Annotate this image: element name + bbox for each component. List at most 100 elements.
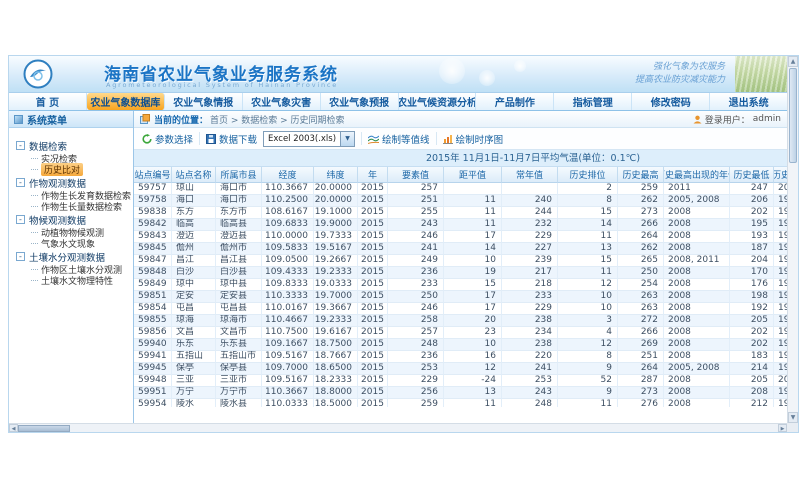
table-row[interactable]: 59843澄迈澄迈县110.000019.7333201524617229112… xyxy=(134,231,787,243)
cell-hist-max-years: 2008 xyxy=(664,339,730,351)
collapse-icon[interactable]: - xyxy=(16,215,25,224)
cell-county: 临高县 xyxy=(216,219,262,231)
col-header-hist-max: 历史最高 xyxy=(618,167,664,183)
cell-station-name: 万宁 xyxy=(172,387,216,399)
draw-contour-button[interactable]: 绘制等值线 xyxy=(368,132,430,146)
tree-group-data-search[interactable]: -数据检索 xyxy=(9,138,133,153)
table-row[interactable]: 59940乐东乐东县109.166718.7500201524810238122… xyxy=(134,339,787,351)
cell-longitude: 110.0000 xyxy=(262,231,314,243)
table-row[interactable]: 59838东方东方市108.616719.1000201525511244152… xyxy=(134,207,787,219)
table-row[interactable]: 59951万宁万宁市110.366718.8000201525613243927… xyxy=(134,387,787,399)
nav-item-agro-disaster[interactable]: 农业气象灾害 xyxy=(243,93,321,110)
cell-longitude: 109.1667 xyxy=(262,339,314,351)
sidebar-title: 系统菜单 xyxy=(27,112,67,127)
horizontal-scrollbar-thumb[interactable] xyxy=(18,425,70,432)
save-icon xyxy=(206,134,216,144)
cell-year: 2015 xyxy=(358,351,388,363)
sidebar-header: 系统菜单 xyxy=(9,111,133,128)
tree-group-crop-observation[interactable]: -作物观测数据 xyxy=(9,175,133,190)
horizontal-scrollbar[interactable]: ◀ ▶ xyxy=(9,423,787,432)
tree-item-crop-growth-amount-search[interactable]: 作物生长量数据检索 xyxy=(9,201,133,212)
sidebar-tree: -数据检索实况检索历史比对-作物观测数据作物生长发育数据检索作物生长量数据检索-… xyxy=(9,128,133,286)
table-row[interactable]: 59758海口海口市110.250020.0000201525111240826… xyxy=(134,195,787,207)
cell-station-id: 59838 xyxy=(134,207,172,219)
nav-item-home[interactable]: 首 页 xyxy=(9,93,87,110)
table-row[interactable]: 59757琼山海口市110.366720.0000201525722592011… xyxy=(134,183,787,195)
cell-value: 246 xyxy=(388,231,444,243)
nav-item-product-making[interactable]: 产品制作 xyxy=(476,93,554,110)
nav-item-indicator-management[interactable]: 指标管理 xyxy=(554,93,632,110)
tree-connector-line xyxy=(31,158,38,159)
table-row[interactable]: 59954陵水陵水县110.033318.5000201525911248112… xyxy=(134,399,787,407)
cell-hist-max: 263 xyxy=(618,291,664,303)
table-row[interactable]: 59849琼中琼中县109.833319.0333201523315218122… xyxy=(134,279,787,291)
cell-station-name: 海口 xyxy=(172,195,216,207)
cell-normal: 253 xyxy=(502,375,558,387)
table-row[interactable]: 59845儋州儋州市109.583319.5167201524114227132… xyxy=(134,243,787,255)
table-row[interactable]: 59941五指山五指山市109.516718.76672015236162208… xyxy=(134,351,787,363)
table-row[interactable]: 59948三亚三亚市109.516718.23332015229-2425352… xyxy=(134,375,787,387)
decor-bubble xyxy=(479,70,495,86)
cell-hist-min-years: 1970 xyxy=(774,327,787,339)
cell-value: 256 xyxy=(388,387,444,399)
table-row[interactable]: 59856文昌文昌市110.750019.6167201525723234426… xyxy=(134,327,787,339)
cell-hist-max-years: 2008 xyxy=(664,243,730,255)
nav-item-agro-database[interactable]: 农业气象数据库 xyxy=(87,93,165,110)
collapse-icon[interactable]: - xyxy=(16,178,25,187)
cell-hist-max-years: 2008 xyxy=(664,291,730,303)
cell-hist-min: 193 xyxy=(730,231,774,243)
collapse-icon[interactable]: - xyxy=(16,141,25,150)
cell-county: 白沙县 xyxy=(216,267,262,279)
cell-station-name: 乐东 xyxy=(172,339,216,351)
cell-anomaly: 11 xyxy=(444,195,502,207)
col-header-rank: 历史排位 xyxy=(558,167,618,183)
nav-item-change-password[interactable]: 修改密码 xyxy=(632,93,710,110)
param-select-button[interactable]: 参数选择 xyxy=(142,132,193,146)
table-row[interactable]: 59851定安定安县110.333319.7000201525017233102… xyxy=(134,291,787,303)
nav-item-agro-information[interactable]: 农业气象情报 xyxy=(165,93,243,110)
vertical-scrollbar-thumb[interactable] xyxy=(789,68,797,163)
export-format-select[interactable]: Excel 2003(.xls) ▼ xyxy=(263,131,355,147)
cell-year: 2015 xyxy=(358,231,388,243)
scroll-left-arrow[interactable]: ◀ xyxy=(9,424,18,432)
draw-timeseries-button[interactable]: 绘制时序图 xyxy=(443,132,504,146)
cell-hist-max: 259 xyxy=(618,183,664,195)
collapse-icon[interactable]: - xyxy=(16,252,25,261)
table-row[interactable]: 59847昌江昌江县109.050019.2667201524910239152… xyxy=(134,255,787,267)
cell-hist-min-years: 1970, 2000 xyxy=(774,363,787,375)
cell-year: 2015 xyxy=(358,243,388,255)
nav-item-logout[interactable]: 退出系统 xyxy=(710,93,787,110)
cell-station-id: 59941 xyxy=(134,351,172,363)
tree-item-weather-hydro-phenomena[interactable]: 气象水文现象 xyxy=(9,238,133,249)
cell-anomaly: 10 xyxy=(444,255,502,267)
cell-rank: 52 xyxy=(558,375,618,387)
table-row[interactable]: 59855琼海琼海市110.466719.2333201525820238327… xyxy=(134,315,787,327)
scroll-up-arrow[interactable]: ▲ xyxy=(788,56,798,67)
chevron-down-icon[interactable]: ▼ xyxy=(340,132,354,146)
tree-group-soil-moisture-observation[interactable]: -土壤水分观测数据 xyxy=(9,249,133,264)
table-row[interactable]: 59842临高临高县109.683319.9000201524311232142… xyxy=(134,219,787,231)
cell-value: 251 xyxy=(388,195,444,207)
cell-longitude: 110.4667 xyxy=(262,315,314,327)
scroll-right-arrow[interactable]: ▶ xyxy=(778,424,787,432)
refresh-icon xyxy=(142,134,152,144)
cell-county: 琼中县 xyxy=(216,279,262,291)
tree-item-soil-hydro-physical[interactable]: 土壤水文物理特性 xyxy=(9,275,133,286)
cell-station-name: 儋州 xyxy=(172,243,216,255)
table-row[interactable]: 59854屯昌屯昌县110.016719.3667201524617229102… xyxy=(134,303,787,315)
cell-longitude: 110.3667 xyxy=(262,183,314,195)
cell-year: 2015 xyxy=(358,363,388,375)
cell-year: 2015 xyxy=(358,255,388,267)
table-row[interactable]: 59945保亭保亭县109.700018.6500201525312241926… xyxy=(134,363,787,375)
table-row[interactable]: 59848白沙白沙县109.433319.2333201523619217112… xyxy=(134,267,787,279)
vertical-scrollbar[interactable]: ▲ ▼ xyxy=(787,56,798,423)
cell-year: 2015 xyxy=(358,399,388,407)
nav-item-agro-forecast[interactable]: 农业气象预报 xyxy=(321,93,399,110)
cell-hist-min: 176 xyxy=(730,279,774,291)
col-header-normal: 常年值 xyxy=(502,167,558,183)
data-download-button[interactable]: 数据下载 xyxy=(206,132,257,146)
scroll-down-arrow[interactable]: ▼ xyxy=(788,412,798,423)
nav-item-climate-resource-analysis[interactable]: 农业气候资源分析 xyxy=(399,93,477,110)
tree-group-phenology-observation[interactable]: -物候观测数据 xyxy=(9,212,133,227)
tree-item-history-compare[interactable]: 历史比对 xyxy=(9,164,133,175)
